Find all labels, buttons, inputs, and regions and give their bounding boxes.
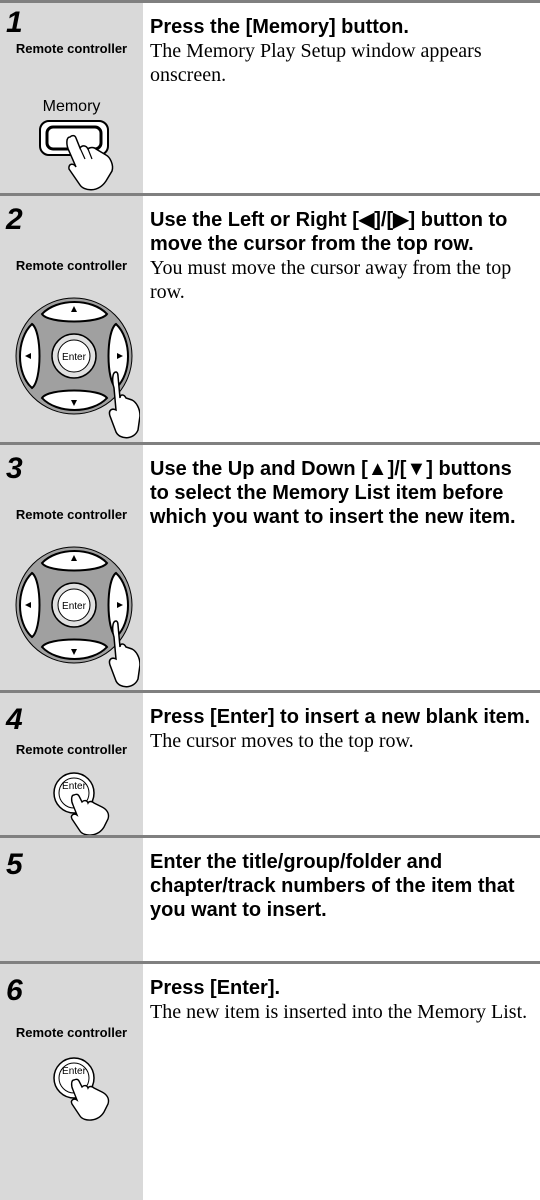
step-number: 2 xyxy=(6,203,23,236)
enter-label: Enter xyxy=(62,352,87,363)
step-sidebar: 1 Remote controller Memory xyxy=(0,3,143,193)
step-heading: Enter the title/group/folder and chapter… xyxy=(150,851,515,921)
step-number: 5 xyxy=(6,848,23,881)
step-sidebar: 4 Remote controller Enter xyxy=(0,693,143,836)
enter-label: Enter xyxy=(62,601,87,612)
enter-label: Enter xyxy=(62,781,87,792)
step-sidebar: 5 xyxy=(0,838,143,961)
step-row-3: 3 Remote controller Enter Use the Up and… xyxy=(0,442,540,690)
directional-pad-icon: Enter xyxy=(15,546,140,688)
enter-button-press-icon: Enter xyxy=(53,1057,110,1121)
step-row-5: 5 Enter the title/group/folder and chapt… xyxy=(0,835,540,961)
step-body: You must move the cursor away from the t… xyxy=(150,257,512,303)
step-body: The Memory Play Setup window appears ons… xyxy=(150,40,482,86)
step-sidebar: 2 Remote controller Enter xyxy=(0,196,143,442)
step-number: 1 xyxy=(6,6,23,39)
remote-controller-label: Remote controller xyxy=(15,742,128,757)
step-sidebar: 3 Remote controller Enter xyxy=(0,445,143,690)
memory-button-label: Memory xyxy=(42,98,101,115)
remote-controller-label: Remote controller xyxy=(15,258,128,273)
memory-button-press-icon xyxy=(39,120,114,191)
remote-controller-label: Remote controller xyxy=(15,41,128,56)
enter-button-press-icon: Enter xyxy=(53,772,110,836)
step-number: 3 xyxy=(6,452,23,485)
remote-controller-label: Remote controller xyxy=(15,1025,128,1040)
step-row-1: 1 Remote controller Memory Press the [Me… xyxy=(0,0,540,193)
step-row-6: 6 Remote controller Enter Press [Enter].… xyxy=(0,961,540,1200)
step-heading: Press [Enter]. xyxy=(150,977,281,999)
step-heading: Use the Left or Right [◀]/[▶] button to … xyxy=(150,209,508,255)
step-heading: Use the Up and Down [▲]/[▼] buttons to s… xyxy=(150,458,516,528)
step-row-2: 2 Remote controller Enter Use the Left o… xyxy=(0,193,540,442)
directional-pad-icon: Enter xyxy=(15,297,140,439)
enter-label: Enter xyxy=(62,1066,87,1077)
step-row-4: 4 Remote controller Enter Press [Enter] … xyxy=(0,690,540,836)
step-sidebar: 6 Remote controller Enter xyxy=(0,964,143,1200)
remote-controller-label: Remote controller xyxy=(15,507,128,522)
step-heading: Press [Enter] to insert a new blank item… xyxy=(150,706,531,728)
step-body: The cursor moves to the top row. xyxy=(150,730,414,752)
step-number: 6 xyxy=(6,974,23,1007)
step-number: 4 xyxy=(6,703,23,736)
step-heading: Press the [Memory] button. xyxy=(150,16,409,38)
step-body: The new item is inserted into the Memory… xyxy=(150,1001,528,1023)
